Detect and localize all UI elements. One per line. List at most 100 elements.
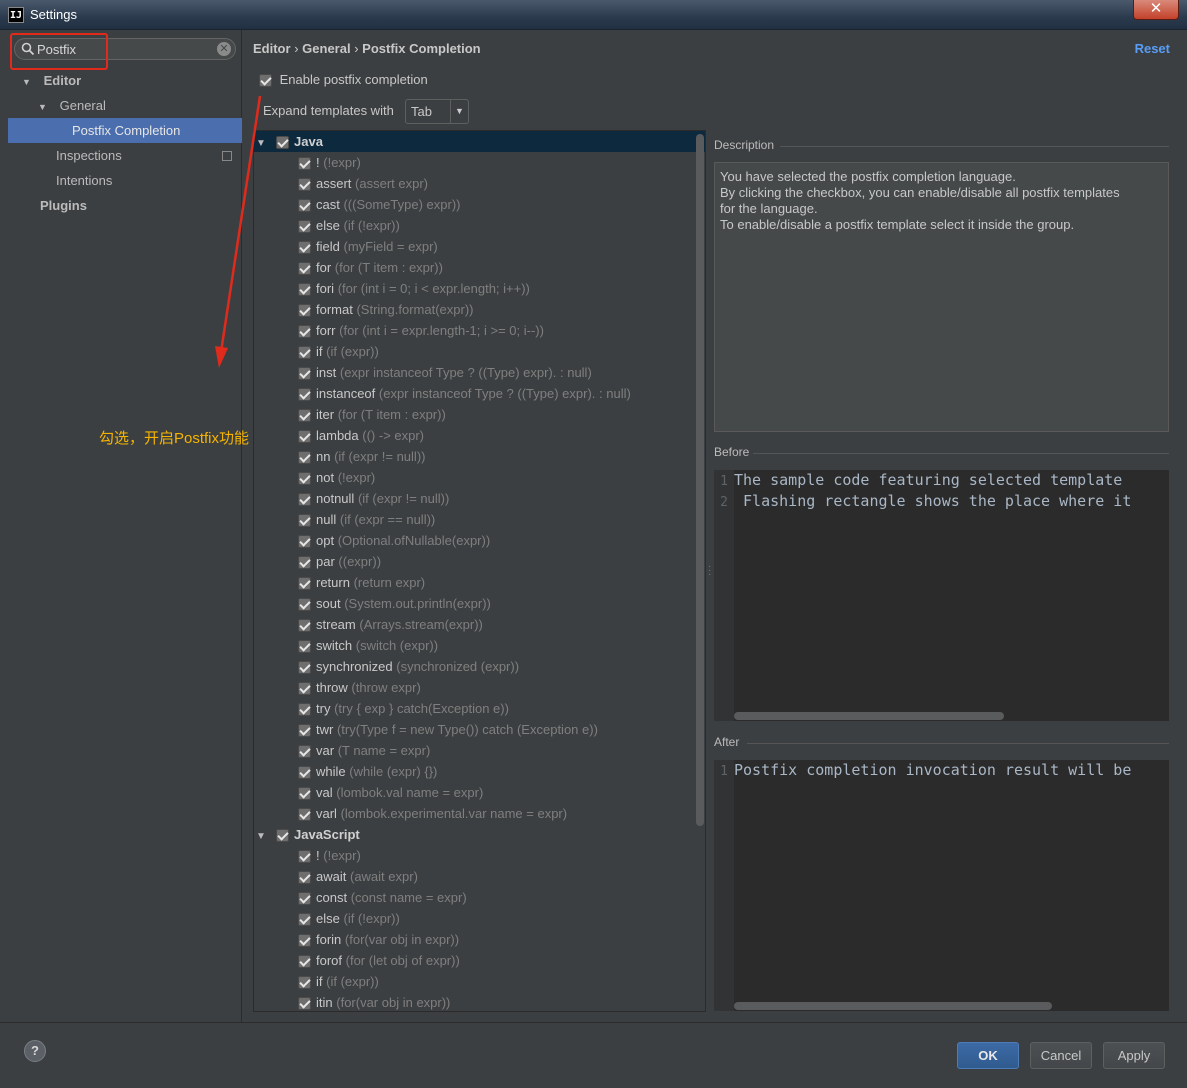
checkbox-checked-icon[interactable] <box>298 577 311 591</box>
template-row[interactable]: throw (throw expr) <box>298 677 421 698</box>
before-horizontal-scrollbar[interactable] <box>734 712 1004 720</box>
template-row[interactable]: instanceof (expr instanceof Type ? ((Typ… <box>298 383 631 404</box>
template-row[interactable]: for (for (T item : expr)) <box>298 257 443 278</box>
template-row[interactable]: itin (for(var obj in expr)) <box>298 992 450 1011</box>
template-row[interactable]: stream (Arrays.stream(expr)) <box>298 614 483 635</box>
template-row[interactable]: notnull (if (expr != null)) <box>298 488 449 509</box>
checkbox-checked-icon[interactable] <box>298 997 311 1011</box>
template-row[interactable]: fori (for (int i = 0; i < expr.length; i… <box>298 278 530 299</box>
template-row[interactable]: forr (for (int i = expr.length-1; i >= 0… <box>298 320 544 341</box>
template-row[interactable]: forin (for(var obj in expr)) <box>298 929 459 950</box>
checkbox-checked-icon[interactable] <box>298 913 311 927</box>
template-row[interactable]: ! (!expr) <box>298 152 361 173</box>
checkbox-checked-icon[interactable] <box>298 808 311 822</box>
checkbox-checked-icon[interactable] <box>298 388 311 402</box>
checkbox-checked-icon[interactable] <box>298 304 311 318</box>
template-row[interactable]: opt (Optional.ofNullable(expr)) <box>298 530 490 551</box>
checkbox-checked-icon[interactable] <box>298 241 311 255</box>
checkbox-checked-icon[interactable] <box>298 640 311 654</box>
expand-arrow-icon[interactable]: ▼ <box>22 70 34 95</box>
checkbox-checked-icon[interactable] <box>298 976 311 990</box>
template-row[interactable]: val (lombok.val name = expr) <box>298 782 483 803</box>
checkbox-checked-icon[interactable] <box>298 661 311 675</box>
after-horizontal-scrollbar[interactable] <box>734 1002 1052 1010</box>
tree-item-editor[interactable]: ▼ Editor <box>22 68 81 93</box>
template-row[interactable]: else (if (!expr)) <box>298 908 400 929</box>
template-row[interactable]: par ((expr)) <box>298 551 381 572</box>
checkbox-checked-icon[interactable] <box>298 682 311 696</box>
checkbox-checked-icon[interactable] <box>298 934 311 948</box>
expand-arrow-icon[interactable]: ▼ <box>256 826 276 847</box>
template-row[interactable]: sout (System.out.println(expr)) <box>298 593 491 614</box>
tree-item-intentions[interactable]: Intentions <box>56 168 112 193</box>
enable-postfix-checkbox[interactable]: Enable postfix completion <box>259 72 428 88</box>
checkbox-checked-icon[interactable] <box>298 220 311 234</box>
checkbox-checked-icon[interactable] <box>298 703 311 717</box>
checkbox-checked-icon[interactable] <box>298 892 311 906</box>
template-row[interactable]: while (while (expr) {}) <box>298 761 437 782</box>
checkbox-checked-icon[interactable] <box>298 745 311 759</box>
template-row[interactable]: ! (!expr) <box>298 845 361 866</box>
checkbox-checked-icon[interactable] <box>298 514 311 528</box>
expand-arrow-icon[interactable]: ▼ <box>256 133 276 154</box>
checkbox-checked-icon[interactable] <box>298 556 311 570</box>
template-row[interactable]: cast (((SomeType) expr)) <box>298 194 461 215</box>
template-row[interactable]: nn (if (expr != null)) <box>298 446 425 467</box>
template-group-row[interactable]: ▼ Java <box>256 131 323 152</box>
template-row[interactable]: if (if (expr)) <box>298 341 379 362</box>
checkbox-checked-icon[interactable] <box>298 598 311 612</box>
checkbox-checked-icon[interactable] <box>298 178 311 192</box>
template-row[interactable]: if (if (expr)) <box>298 971 379 992</box>
checkbox-checked-icon[interactable] <box>298 766 311 780</box>
checkbox-checked-icon[interactable] <box>298 346 311 360</box>
checkbox-checked-icon[interactable] <box>276 829 289 843</box>
checkbox-checked-icon[interactable] <box>298 325 311 339</box>
checkbox-checked-icon[interactable] <box>298 283 311 297</box>
template-row[interactable]: format (String.format(expr)) <box>298 299 474 320</box>
checkbox-checked-icon[interactable] <box>298 619 311 633</box>
expand-key-dropdown[interactable]: Tab ▼ <box>405 99 469 124</box>
checkbox-checked-icon[interactable] <box>298 367 311 381</box>
tree-item-general[interactable]: ▼ General <box>38 93 106 118</box>
checkbox-checked-icon[interactable] <box>298 724 311 738</box>
template-row[interactable]: field (myField = expr) <box>298 236 438 257</box>
ok-button[interactable]: OK <box>957 1042 1019 1069</box>
template-row[interactable]: assert (assert expr) <box>298 173 428 194</box>
template-row[interactable]: switch (switch (expr)) <box>298 635 438 656</box>
templates-scrollbar[interactable] <box>696 134 704 826</box>
template-row[interactable]: else (if (!expr)) <box>298 215 400 236</box>
checkbox-checked-icon[interactable] <box>298 157 311 171</box>
cancel-button[interactable]: Cancel <box>1030 1042 1092 1069</box>
apply-button[interactable]: Apply <box>1103 1042 1165 1069</box>
checkbox-checked-icon[interactable] <box>298 955 311 969</box>
tree-item-inspections[interactable]: Inspections <box>56 143 122 168</box>
tree-item-plugins[interactable]: Plugins <box>40 193 87 218</box>
template-row[interactable]: twr (try(Type f = new Type()) catch (Exc… <box>298 719 598 740</box>
checkbox-checked-icon[interactable] <box>298 451 311 465</box>
template-row[interactable]: iter (for (T item : expr)) <box>298 404 446 425</box>
checkbox-checked-icon[interactable] <box>298 262 311 276</box>
template-group-row[interactable]: ▼ JavaScript <box>256 824 360 845</box>
checkbox-checked-icon[interactable] <box>298 493 311 507</box>
checkbox-checked-icon[interactable] <box>298 871 311 885</box>
tree-item-postfix-completion[interactable]: Postfix Completion <box>72 118 180 143</box>
template-row[interactable]: inst (expr instanceof Type ? ((Type) exp… <box>298 362 592 383</box>
splitter-handle-icon[interactable]: · · · <box>708 562 711 580</box>
close-window-button[interactable]: ✕ <box>1133 0 1179 20</box>
template-row[interactable]: synchronized (synchronized (expr)) <box>298 656 519 677</box>
checkbox-checked-icon[interactable] <box>298 472 311 486</box>
template-row[interactable]: var (T name = expr) <box>298 740 430 761</box>
template-row[interactable]: not (!expr) <box>298 467 375 488</box>
help-icon[interactable]: ? <box>24 1040 46 1062</box>
checkbox-checked-icon[interactable] <box>298 850 311 864</box>
checkbox-checked-icon[interactable] <box>298 787 311 801</box>
checkbox-checked-icon[interactable] <box>298 409 311 423</box>
template-row[interactable]: varl (lombok.experimental.var name = exp… <box>298 803 567 824</box>
template-row[interactable]: forof (for (let obj of expr)) <box>298 950 460 971</box>
checkbox-checked-icon[interactable] <box>276 136 289 150</box>
checkbox-checked-icon[interactable] <box>259 74 272 88</box>
template-row[interactable]: return (return expr) <box>298 572 425 593</box>
postfix-templates-tree[interactable]: ▼ Java! (!expr) assert (assert expr) cast (… <box>253 130 706 1012</box>
reset-link[interactable]: Reset <box>1135 41 1170 56</box>
template-row[interactable]: const (const name = expr) <box>298 887 467 908</box>
